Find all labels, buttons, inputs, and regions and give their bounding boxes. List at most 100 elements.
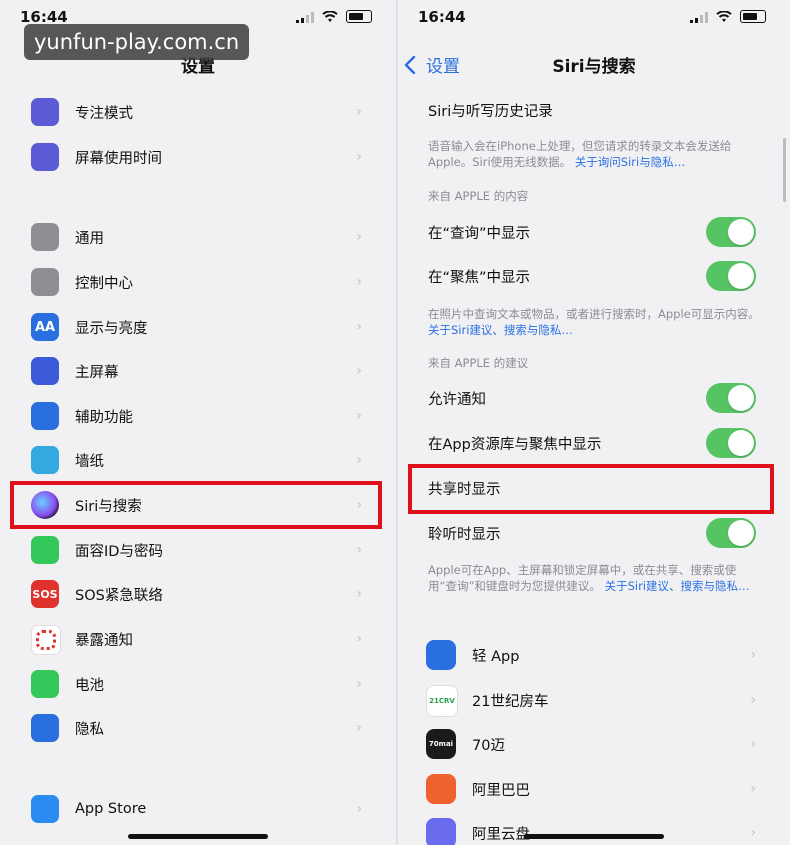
chevron-right-icon: › — [356, 631, 362, 647]
70mai-icon: 70mai — [426, 729, 456, 759]
settings-row-accessibility[interactable]: 辅助功能 › — [0, 394, 396, 438]
battery-icon — [31, 670, 59, 698]
lookup-toggle[interactable] — [706, 217, 756, 247]
section-header-apple-suggestions: 来自 APPLE 的建议 — [428, 356, 529, 370]
settings-row-label: App Store — [75, 801, 147, 817]
app-row-label: 阿里云盘 — [472, 826, 530, 843]
listening-toggle[interactable] — [706, 518, 756, 548]
home-indicator — [128, 834, 268, 839]
chevron-right-icon: › — [750, 647, 756, 663]
lookup-note: 在照片中查询文本或物品，或者进行搜索时，Apple可显示内容。 关于Siri建议… — [428, 306, 760, 338]
chevron-right-icon: › — [356, 149, 362, 165]
settings-row-grid[interactable]: 主屏幕 › — [0, 349, 396, 393]
accessibility-icon — [31, 402, 59, 430]
note-text: 在照片中查询文本或物品，或者进行搜索时，Apple可显示内容。 — [428, 307, 760, 321]
spotlight-toggle[interactable] — [706, 261, 756, 291]
toggle-label: 允许通知 — [428, 391, 486, 408]
exposure-icon — [31, 625, 61, 655]
toggle-row-lookup: 在“查询”中显示 — [398, 210, 790, 254]
flower-icon — [31, 446, 59, 474]
status-bar: 16:44 — [398, 6, 790, 30]
settings-row-hand[interactable]: 隐私 › — [0, 706, 396, 750]
app-row[interactable]: 轻 App › — [398, 633, 790, 677]
aliyun-drive-icon — [426, 818, 456, 845]
settings-row-label: SOS紧急联络 — [75, 587, 163, 604]
hand-icon — [31, 714, 59, 742]
app-row[interactable]: 阿里巴巴 › — [398, 767, 790, 811]
settings-row-appstore[interactable]: App Store › — [0, 787, 396, 831]
settings-row-moon[interactable]: 专注模式 › — [0, 90, 396, 134]
battery-status-icon — [740, 10, 766, 23]
chevron-right-icon: › — [356, 720, 362, 736]
chevron-right-icon: › — [750, 825, 756, 841]
chevron-right-icon: › — [356, 274, 362, 290]
toggle-label: 在“聚焦”中显示 — [428, 269, 531, 286]
settings-panel: 16:44 设置 专注模式 › 屏幕使用时间 › 通用 › 控制中心 › AA 显示与亮度 › 主屏幕… — [0, 0, 396, 845]
chevron-right-icon: › — [356, 229, 362, 245]
settings-row-label: 主屏幕 — [75, 364, 119, 381]
sos-icon: SOS — [31, 580, 59, 608]
toggle-row-spotlight: 在“聚焦”中显示 — [398, 254, 790, 298]
app-row[interactable]: 阿里云盘 › — [398, 811, 790, 845]
settings-row-label: 隐私 — [75, 721, 104, 738]
settings-row-label: 电池 — [75, 677, 104, 694]
siri-history-row[interactable]: Siri与听写历史记录 — [398, 88, 790, 132]
privacy-link[interactable]: 关于询问Siri与隐私… — [575, 155, 685, 169]
appstore-icon — [31, 795, 59, 823]
watermark-text: yunfun-play.com.cn — [24, 24, 250, 60]
dictation-privacy-note: 语音输入会在iPhone上处理，但您请求的转录文本会发送给Apple。Siri使… — [428, 138, 760, 170]
app-library-toggle[interactable] — [706, 428, 756, 458]
chevron-right-icon: › — [356, 676, 362, 692]
settings-row-label: 面容ID与密码 — [75, 543, 163, 560]
chevron-right-icon: › — [750, 736, 756, 752]
section-header-apple-content: 来自 APPLE 的内容 — [428, 189, 529, 203]
settings-row-sos[interactable]: SOS SOS紧急联络 › — [0, 572, 396, 616]
chevron-right-icon: › — [356, 319, 362, 335]
page-title: Siri与搜索 — [552, 57, 636, 77]
chevron-right-icon: › — [356, 452, 362, 468]
siri-history-label: Siri与听写历史记录 — [428, 103, 553, 120]
light-app-icon — [426, 640, 456, 670]
grid-icon — [31, 357, 59, 385]
chevron-right-icon: › — [750, 692, 756, 708]
allow-notifications-toggle[interactable] — [706, 383, 756, 413]
settings-row-exposure[interactable]: 暴露通知 › — [0, 617, 396, 661]
battery-status-icon — [346, 10, 372, 23]
toggle-row-app-library: 在App资源库与聚焦中显示 — [398, 421, 790, 465]
app-row-label: 阿里巴巴 — [472, 782, 530, 799]
app-row[interactable]: 21CRV 21世纪房车 › — [398, 678, 790, 722]
settings-row-toggles[interactable]: 控制中心 › — [0, 260, 396, 304]
app-row-label: 21世纪房车 — [472, 693, 549, 710]
settings-row-flower[interactable]: 墙纸 › — [0, 438, 396, 482]
settings-row-label: 墙纸 — [75, 453, 104, 470]
settings-row-label: 通用 — [75, 230, 104, 247]
settings-row-hourglass[interactable]: 屏幕使用时间 › — [0, 135, 396, 179]
toggle-label: 聆听时显示 — [428, 526, 501, 543]
home-indicator — [524, 834, 664, 839]
settings-row-battery[interactable]: 电池 › — [0, 662, 396, 706]
wifi-icon — [322, 10, 338, 22]
toggle-row-listening: 聆听时显示 — [398, 511, 790, 555]
scrollbar[interactable] — [783, 138, 786, 202]
app-row-label: 轻 App — [472, 648, 520, 665]
chevron-right-icon: › — [356, 586, 362, 602]
hourglass-icon — [31, 143, 59, 171]
chevron-right-icon: › — [356, 363, 362, 379]
privacy-link[interactable]: 关于Siri建议、搜索与隐私… — [428, 323, 573, 337]
settings-row-text-size[interactable]: AA 显示与亮度 › — [0, 305, 396, 349]
text-size-icon: AA — [31, 313, 59, 341]
privacy-link[interactable]: 关于Siri建议、搜索与隐私… — [605, 579, 750, 593]
settings-row-faceid[interactable]: 面容ID与密码 › — [0, 528, 396, 572]
app-row-label: 70迈 — [472, 737, 505, 754]
wifi-icon — [716, 10, 732, 22]
settings-row-label: 专注模式 — [75, 105, 133, 122]
settings-row-label: 辅助功能 — [75, 409, 133, 426]
toggle-row-allow-notifications: 允许通知 — [398, 376, 790, 420]
siri-search-panel: 16:44 设置 Siri与搜索 Siri与听写历史记录 语音输入会在iPhon… — [398, 0, 790, 845]
app-row[interactable]: 70mai 70迈 › — [398, 722, 790, 766]
settings-row-label: 控制中心 — [75, 275, 133, 292]
chevron-right-icon: › — [356, 408, 362, 424]
settings-row-gear[interactable]: 通用 › — [0, 215, 396, 259]
suggestions-note: Apple可在App、主屏幕和锁定屏幕中，或在共享、搜索或使用“查询”和键盘时为… — [428, 562, 760, 594]
rv-21-icon: 21CRV — [426, 685, 458, 717]
